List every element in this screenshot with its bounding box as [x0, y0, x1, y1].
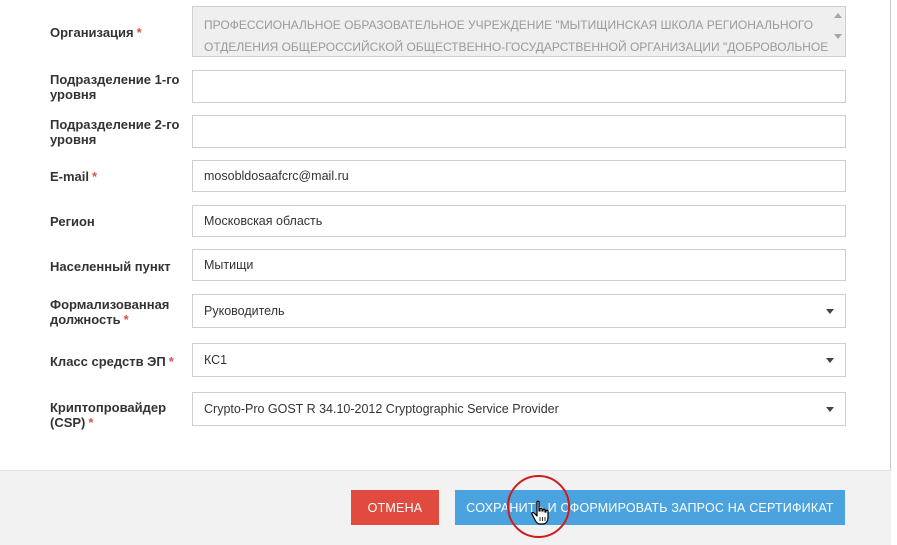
division2-input[interactable] [192, 115, 846, 148]
hand-pointer-cursor-icon [531, 500, 549, 525]
save-and-request-button[interactable]: СОХРАНИТЬ И СФОРМИРОВАТЬ ЗАПРОС НА СЕРТИ… [455, 490, 845, 525]
ep-class-label: Класс средств ЭП * [50, 354, 190, 369]
division1-label: Подразделение 1-го уровня [50, 72, 180, 102]
csp-label-text: Криптопровайдер (CSP) [50, 400, 167, 430]
csp-select-value: Crypto-Pro GOST R 34.10-2012 Cryptograph… [204, 402, 559, 416]
required-mark: * [136, 25, 142, 40]
ep-class-select[interactable]: КС1 [192, 343, 846, 377]
organization-field: ПРОФЕССИОНАЛЬНОЕ ОБРАЗОВАТЕЛЬНОЕ УЧРЕЖДЕ… [192, 6, 846, 57]
email-label: E-mail * [50, 169, 190, 184]
email-label-text: E-mail [50, 169, 90, 184]
required-mark: * [88, 415, 94, 430]
region-label: Регион [50, 214, 95, 229]
required-mark: * [123, 312, 129, 327]
window-edge [891, 0, 897, 545]
locality-label: Населенный пункт [50, 259, 171, 274]
ep-class-label-text: Класс средств ЭП [50, 354, 166, 369]
required-mark: * [92, 169, 98, 184]
organization-value-line2: ОТДЕЛЕНИЯ ОБЩЕРОССИЙСКОЙ ОБЩЕСТВЕННО-ГОС… [204, 40, 829, 54]
position-label-text: Формализованная должность [50, 297, 170, 327]
position-label: Формализованная должность * [50, 297, 190, 327]
position-select[interactable]: Руководитель [192, 294, 846, 328]
scroll-down-icon[interactable] [834, 34, 842, 39]
locality-input[interactable]: Мытищи [192, 249, 846, 281]
organization-value-line1: ПРОФЕССИОНАЛЬНОЕ ОБРАЗОВАТЕЛЬНОЕ УЧРЕЖДЕ… [204, 18, 814, 32]
organization-scroll-buttons[interactable] [834, 13, 842, 39]
required-mark: * [168, 354, 174, 369]
csp-label: Криптопровайдер (CSP) * [50, 400, 190, 430]
division1-input[interactable] [192, 70, 846, 103]
ep-class-select-value: КС1 [204, 353, 228, 367]
dropdown-caret-icon[interactable] [826, 407, 834, 412]
email-input[interactable]: mosobldosaafcrc@mail.ru [192, 160, 846, 192]
cancel-button[interactable]: ОТМЕНА [351, 490, 439, 525]
region-input[interactable]: Московская область [192, 205, 846, 237]
dropdown-caret-icon[interactable] [826, 309, 834, 314]
organization-label-text: Организация [50, 25, 134, 40]
division2-label: Подразделение 2-го уровня [50, 117, 180, 147]
scroll-up-icon[interactable] [834, 13, 842, 18]
dropdown-caret-icon[interactable] [826, 358, 834, 363]
csp-select[interactable]: Crypto-Pro GOST R 34.10-2012 Cryptograph… [192, 392, 846, 426]
position-select-value: Руководитель [204, 304, 285, 318]
certificate-request-dialog: Организация * ПРОФЕССИОНАЛЬНОЕ ОБРАЗОВАТЕ… [0, 0, 891, 545]
organization-label: Организация * [50, 25, 190, 40]
